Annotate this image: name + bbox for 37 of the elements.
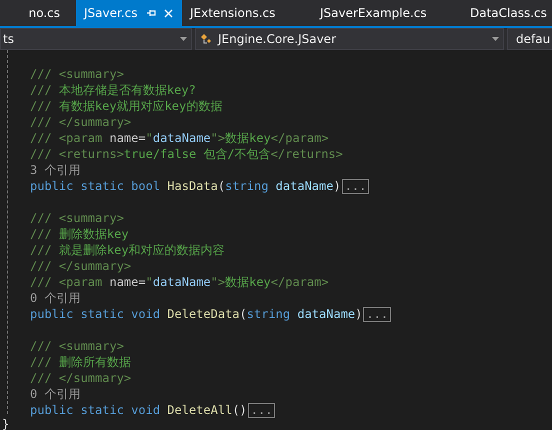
navigation-dropdown[interactable]: defau bbox=[507, 28, 552, 50]
doc-comment: /// <summary> bbox=[30, 338, 124, 355]
reference-count-link[interactable]: 3 个引用 bbox=[30, 161, 80, 179]
collapsed-code-button[interactable]: ... bbox=[363, 306, 392, 322]
reference-count-link[interactable]: 0 个引用 bbox=[30, 385, 80, 403]
file-tab[interactable]: DataClass.cs bbox=[462, 0, 552, 26]
caret-icon bbox=[492, 37, 499, 41]
doc-comment: /// <param name="dataName">数据key</param> bbox=[30, 274, 329, 291]
file-tab[interactable]: JSaver.cs bbox=[76, 0, 182, 26]
doc-comment: /// 有数据key就用对应key的数据 bbox=[30, 98, 222, 115]
class-icon bbox=[200, 33, 214, 45]
method-signature: public static bool HasData(string dataName) bbox=[30, 178, 341, 195]
navigation-dropdown[interactable]: ts bbox=[0, 28, 192, 50]
doc-comment: /// <returns>true/false 包含/不包含</returns> bbox=[30, 146, 343, 163]
doc-comment: /// <summary> bbox=[30, 210, 124, 227]
doc-comment: /// 就是删除key和对应的数据内容 bbox=[30, 242, 225, 259]
doc-comment: /// 本地存储是否有数据key? bbox=[30, 82, 196, 99]
reference-count-link[interactable]: 0 个引用 bbox=[30, 289, 80, 307]
closing-brace: } bbox=[2, 418, 10, 430]
collapsed-code-button[interactable]: ... bbox=[248, 402, 276, 418]
collapsed-code-button[interactable]: ... bbox=[342, 178, 370, 194]
doc-comment: /// 删除数据key bbox=[30, 226, 129, 243]
navigation-dropdown[interactable]: JEngine.Core.JSaver bbox=[195, 28, 504, 50]
doc-comment: /// </summary> bbox=[30, 258, 132, 275]
doc-comment: /// </summary> bbox=[30, 370, 132, 387]
file-tab[interactable]: JExtensions.cs bbox=[182, 0, 312, 26]
doc-comment: /// 删除所有数据 bbox=[30, 354, 131, 371]
close-icon[interactable] bbox=[164, 8, 172, 18]
pin-icon[interactable] bbox=[146, 8, 156, 18]
doc-comment: /// <summary> bbox=[30, 66, 124, 83]
caret-icon bbox=[180, 37, 187, 41]
method-signature: public static void DeleteAll() bbox=[30, 402, 247, 419]
file-tab[interactable]: JSaverExample.cs bbox=[312, 0, 462, 26]
file-tab[interactable]: no.cs bbox=[0, 0, 76, 26]
method-signature: public static void DeleteData(string dataName) bbox=[30, 306, 362, 323]
doc-comment: /// </summary> bbox=[30, 114, 132, 131]
doc-comment: /// <param name="dataName">数据key</param> bbox=[30, 130, 329, 147]
